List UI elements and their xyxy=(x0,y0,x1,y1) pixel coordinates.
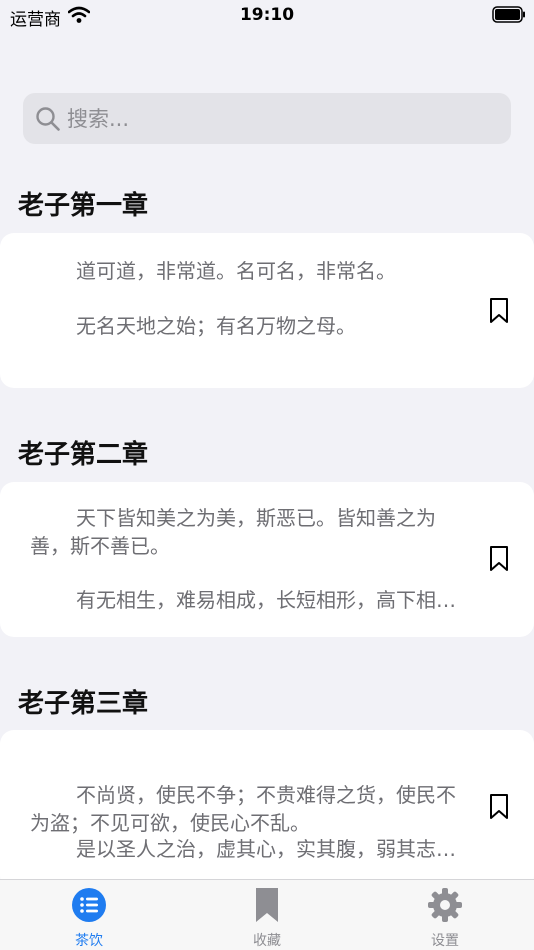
search-icon xyxy=(36,107,60,131)
chapter-paragraph: 天下皆知美之为美，斯恶已。皆知善之为善，斯不善已。 xyxy=(30,506,436,558)
tab-label: 设置 xyxy=(431,933,459,949)
chapter-card[interactable]: 不尚贤，使民不争；不贵难得之货，使民不为盗；不见可欲，使民心不乱。 是以圣人之治… xyxy=(0,730,534,890)
chapter-paragraph: 有无相生，难易相成，长短相形，高下相倾，音声相和，前后相随。 xyxy=(76,588,472,612)
clock: 19:10 xyxy=(239,5,295,25)
chapter-title: 老子第三章 xyxy=(18,689,149,719)
status-bar: 运营商 19:10 xyxy=(0,0,534,32)
tab-label: 茶饮 xyxy=(75,933,103,949)
tab-favorites[interactable]: 收藏 xyxy=(178,880,356,950)
chapter-card[interactable]: 道可道，非常道。名可名，非常名。 无名天地之始；有名万物之母。 xyxy=(0,233,534,388)
bookmark-icon xyxy=(256,888,278,922)
chapter-title: 老子第一章 xyxy=(18,191,149,221)
tab-settings[interactable]: 设置 xyxy=(356,880,534,950)
tab-label: 收藏 xyxy=(253,933,281,949)
tab-bar: 茶饮 收藏 设置 xyxy=(0,879,534,950)
battery-icon xyxy=(492,6,525,23)
search-input[interactable] xyxy=(67,93,497,144)
chapter-paragraph: 是以圣人之治，虚其心，实其腹，弱其志，强其骨。 xyxy=(76,837,472,861)
chapter-card[interactable]: 天下皆知美之为美，斯恶已。皆知善之为善，斯不善已。 有无相生，难易相成，长短相形… xyxy=(0,482,534,637)
search-bar[interactable] xyxy=(23,93,511,144)
chapter-paragraph: 不尚贤，使民不争；不贵难得之货，使民不为盗；不见可欲，使民心不乱。 xyxy=(30,783,456,835)
screen: 运营商 19:10 老子第一章 道可道，非常道。名可名，非常名。 无名天地之始；… xyxy=(0,0,534,950)
gear-icon xyxy=(428,888,462,922)
chapter-paragraph: 道可道，非常道。名可名，非常名。 xyxy=(76,259,396,283)
chapter-paragraph: 无名天地之始；有名万物之母。 xyxy=(76,314,356,338)
list-icon xyxy=(72,888,106,922)
bookmark-icon[interactable] xyxy=(488,545,510,573)
tab-tea[interactable]: 茶饮 xyxy=(0,880,178,950)
chapter-title: 老子第二章 xyxy=(18,440,149,470)
bookmark-icon[interactable] xyxy=(488,793,510,821)
bookmark-icon[interactable] xyxy=(488,297,510,325)
